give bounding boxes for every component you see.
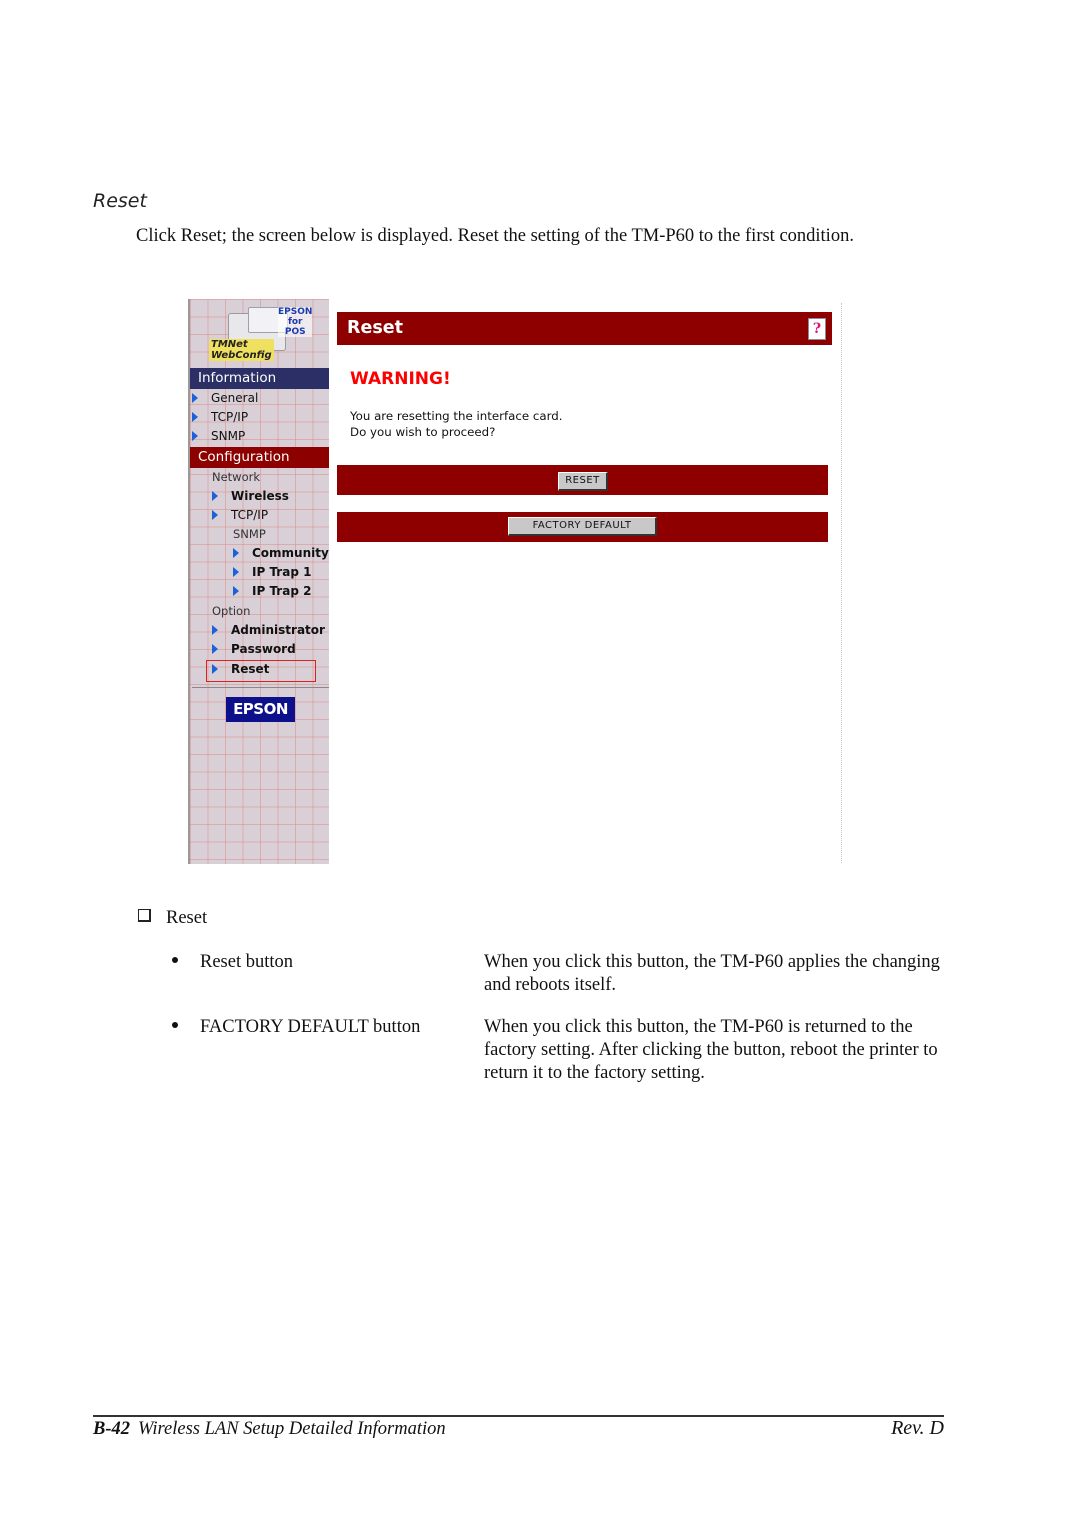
revision-label: Rev. D (891, 1417, 944, 1439)
network-label: Network (212, 470, 261, 484)
content-pane: Reset ? WARNING! You are resetting the i… (336, 299, 836, 864)
nav-info-snmp[interactable]: SNMP (192, 427, 245, 446)
list-item-description: When you click this button, the TM-P60 a… (484, 952, 940, 995)
tmnet-webconfig-label: TMNet WebConfig (209, 339, 274, 361)
section-title: Reset (93, 190, 147, 212)
nav-general[interactable]: General (192, 389, 258, 408)
arrow-right-icon (212, 644, 218, 654)
nav-ip-trap-1[interactable]: IP Trap 1 (233, 563, 311, 582)
list-item-term: FACTORY DEFAULT button (172, 1016, 420, 1039)
list-item-term: Reset button (172, 951, 293, 974)
information-header: Information (190, 368, 329, 389)
arrow-right-icon (212, 491, 218, 501)
configuration-header: Configuration (190, 447, 329, 468)
nav-info-tcpip[interactable]: TCP/IP (192, 408, 248, 427)
frame-edge (841, 303, 842, 863)
intro-paragraph: Click Reset; the screen below is display… (136, 226, 854, 246)
page-number: B-42 (93, 1419, 130, 1439)
sidebar: EPSON for POS TMNet WebConfig Informatio… (188, 299, 329, 864)
arrow-right-icon (192, 393, 198, 403)
tmnet-webconfig-logo: EPSON for POS TMNet WebConfig (208, 305, 318, 367)
bullet-icon (172, 1022, 178, 1028)
arrow-right-icon (192, 412, 198, 422)
factory-default-button-bar: FACTORY DEFAULT (337, 512, 828, 542)
list-item-description: When you click this button, the TM-P60 i… (484, 1017, 938, 1083)
epson-for-pos-label: EPSON for POS (278, 307, 313, 337)
reset-button-bar: RESET (337, 465, 828, 495)
epson-logo[interactable]: EPSON (226, 697, 295, 722)
nav-administrator[interactable]: Administrator (212, 621, 325, 640)
arrow-right-icon (233, 567, 239, 577)
bullet-icon (172, 957, 178, 963)
arrow-right-icon (212, 625, 218, 635)
snmp-label: SNMP (233, 527, 266, 541)
arrow-right-icon (233, 586, 239, 596)
reset-button[interactable]: RESET (558, 472, 608, 491)
checkbox-bullet-icon (138, 909, 151, 922)
selection-highlight (206, 660, 316, 682)
page-title-bar: Reset ? (337, 312, 832, 345)
arrow-right-icon (233, 548, 239, 558)
footer-rule (93, 1415, 944, 1417)
nav-password[interactable]: Password (212, 640, 296, 659)
nav-config-tcpip[interactable]: TCP/IP (212, 506, 268, 525)
nav-ip-trap-2[interactable]: IP Trap 2 (233, 582, 311, 601)
option-label: Option (212, 604, 251, 618)
page-title: Reset (347, 318, 403, 338)
list-heading: Reset (138, 908, 207, 929)
nav-community[interactable]: Community (233, 544, 329, 563)
warning-heading: WARNING! (350, 369, 451, 389)
warning-message: You are resetting the interface card. Do… (350, 409, 563, 439)
arrow-right-icon (192, 431, 198, 441)
footer-chapter: B-42 Wireless LAN Setup Detailed Informat… (93, 1419, 446, 1439)
factory-default-button[interactable]: FACTORY DEFAULT (508, 517, 657, 536)
divider (192, 687, 329, 688)
nav-wireless[interactable]: Wireless (212, 487, 289, 506)
help-icon[interactable]: ? (808, 318, 826, 340)
arrow-right-icon (212, 510, 218, 520)
webconfig-screenshot: EPSON for POS TMNet WebConfig Informatio… (188, 299, 843, 864)
